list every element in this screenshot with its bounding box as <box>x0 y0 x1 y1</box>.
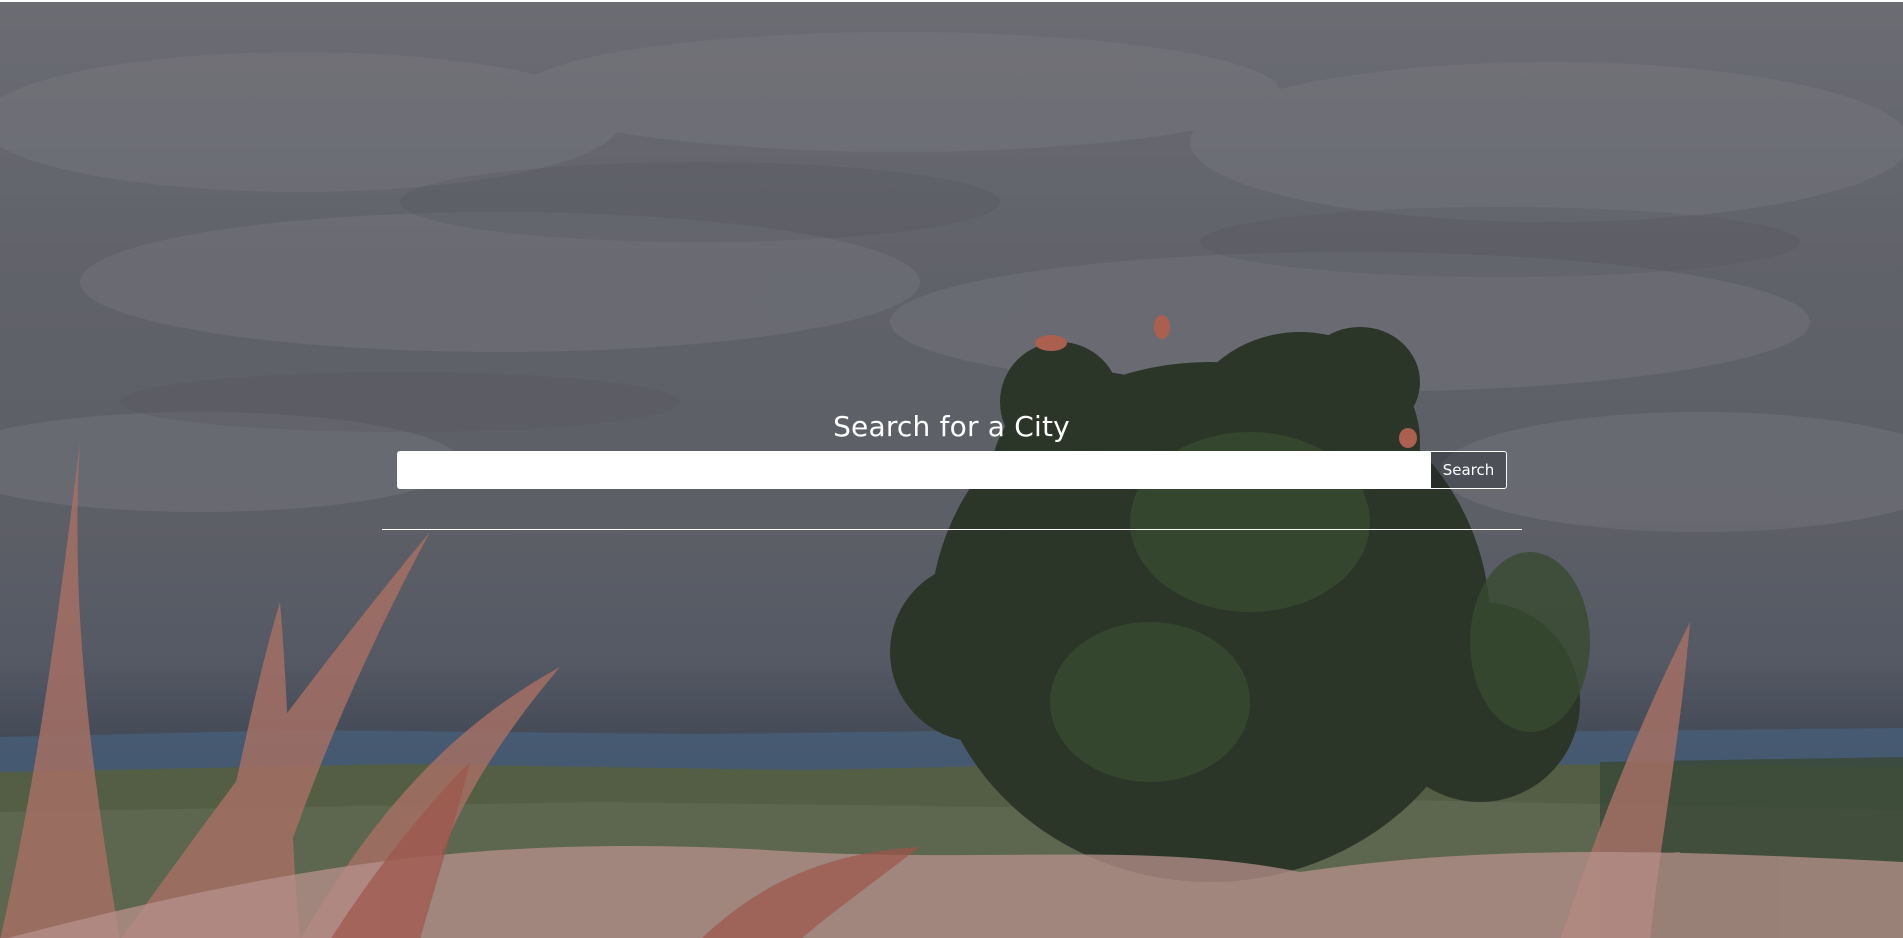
search-heading: Search for a City <box>833 410 1070 443</box>
search-button[interactable]: Search <box>1430 451 1507 489</box>
page: Search for a City Search <box>0 0 1903 938</box>
search-bar: Search <box>397 451 1507 489</box>
results-divider <box>382 529 1522 530</box>
city-search-input[interactable] <box>397 451 1430 489</box>
